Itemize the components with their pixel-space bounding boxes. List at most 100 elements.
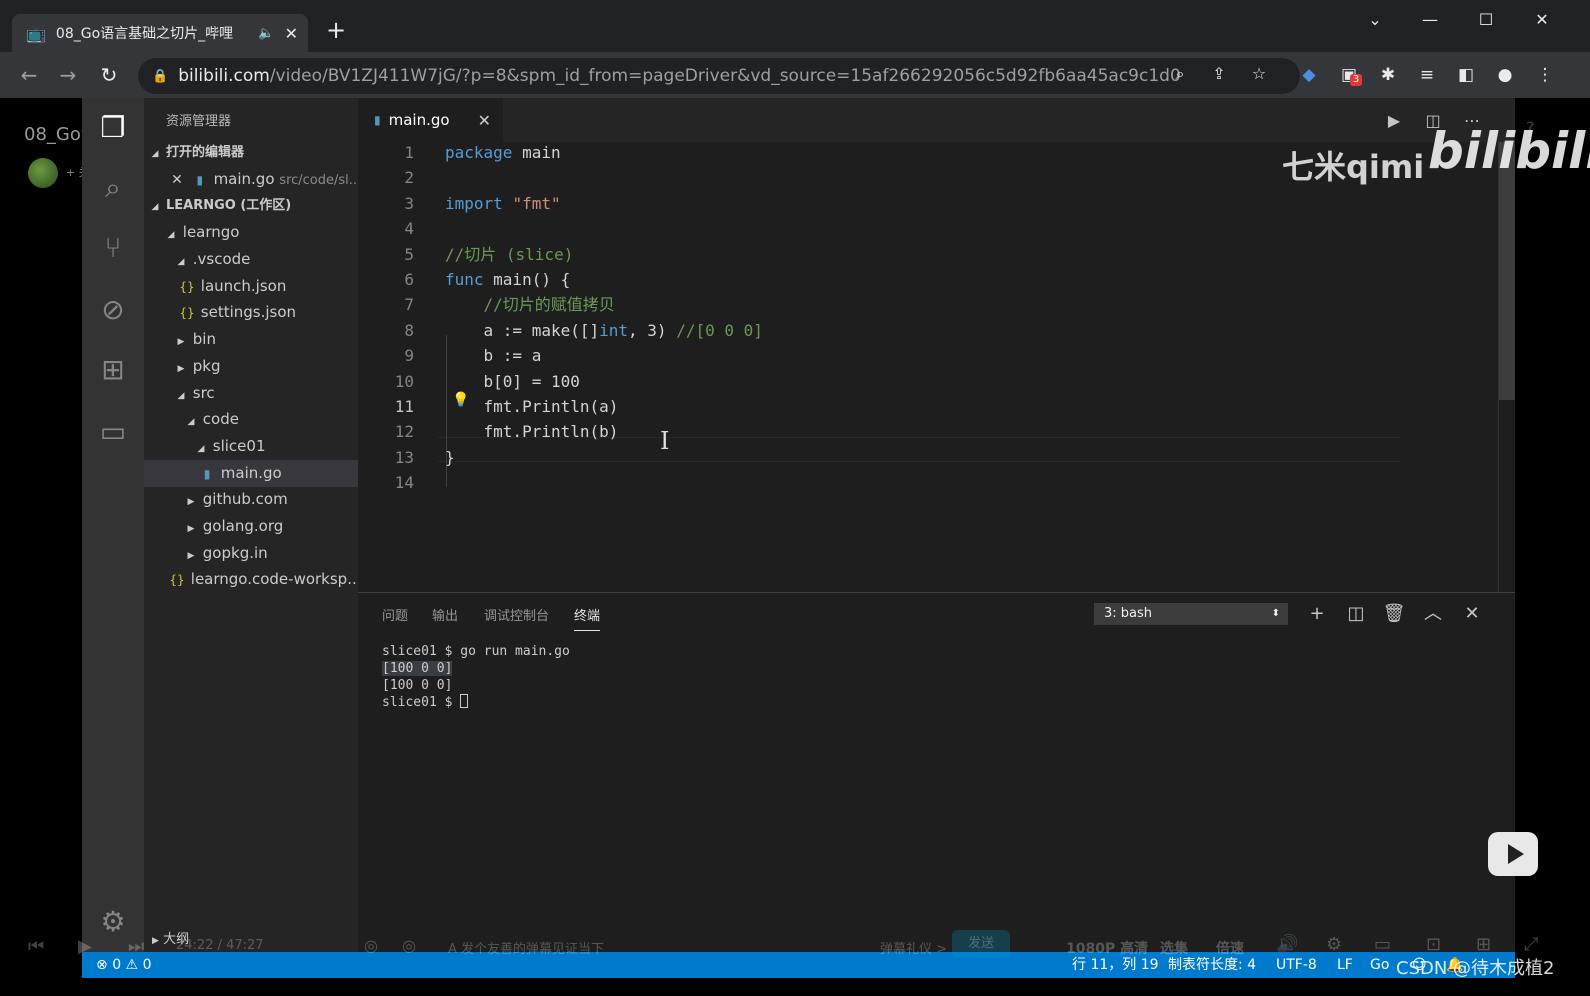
video-time: 24:22 / 47:27: [176, 938, 264, 953]
split-terminal-icon[interactable]: ◫: [1343, 601, 1369, 627]
danmaku-input[interactable]: A 发个友善的弹幕见证当下: [448, 938, 604, 957]
code-line: //切片 (slice): [445, 244, 574, 264]
maximize-button[interactable]: ☐: [1466, 8, 1506, 32]
line-ending[interactable]: LF: [1337, 952, 1353, 978]
previous-icon[interactable]: ⏮: [28, 936, 44, 957]
folder-icon[interactable]: ▭: [93, 412, 133, 452]
tree-file-settings-json[interactable]: {} settings.json: [144, 299, 358, 326]
audio-icon[interactable]: 🔈: [258, 26, 274, 41]
code-line: //切片的赋值拷贝: [483, 295, 615, 315]
tab-debug-console[interactable]: 调试控制台: [484, 605, 549, 624]
danmaku-settings-icon[interactable]: ◎: [402, 936, 416, 955]
extension-shield-icon[interactable]: ◆: [1296, 62, 1322, 88]
trash-icon[interactable]: 🗑: [1381, 601, 1407, 627]
bookmark-star-icon[interactable]: ☆: [1247, 62, 1271, 86]
tree-file-workspace[interactable]: {} learngo.code-worksp...: [144, 566, 358, 593]
close-tab-icon[interactable]: ✕: [478, 111, 491, 130]
tree-file-main-go[interactable]: ▮ main.go: [144, 460, 358, 487]
terminal-output[interactable]: slice01 $ go run main.go [100 0 0] [100 …: [382, 643, 570, 711]
extension-cc-icon[interactable]: ▣ 3: [1336, 62, 1362, 88]
editor-tab-main-go[interactable]: ▮ main.go ✕: [358, 98, 503, 142]
widescreen-icon[interactable]: ⊡: [1426, 934, 1441, 955]
tree-folder-src[interactable]: ◢ src: [144, 380, 358, 407]
tab-search-icon[interactable]: ⌄: [1355, 8, 1395, 32]
new-terminal-icon[interactable]: +: [1304, 601, 1330, 627]
new-tab-button[interactable]: +: [322, 16, 350, 44]
tree-folder-learngo[interactable]: ◢ learngo: [144, 219, 358, 246]
explorer-icon[interactable]: ❐: [93, 108, 133, 148]
play-icon[interactable]: ▶: [78, 936, 92, 957]
settings-gear-icon[interactable]: ⚙: [93, 902, 133, 942]
share-icon[interactable]: ⇪: [1207, 62, 1231, 86]
line-number: 13: [394, 447, 414, 467]
fullscreen-icon[interactable]: ⤢: [1524, 934, 1538, 955]
terminal-line: [100 0 0]: [382, 661, 453, 676]
danmaku-toggle-icon[interactable]: ◎: [364, 936, 378, 955]
forward-button[interactable]: →: [55, 62, 81, 88]
explorer-sidebar: 资源管理器 ◢ 打开的编辑器 ✕ ▮ main.go src/code/sl...…: [144, 98, 358, 978]
pip-icon[interactable]: ▭: [1374, 934, 1391, 955]
tree-folder-pkg[interactable]: ▶ pkg: [144, 353, 358, 380]
tree-folder-golang[interactable]: ▶ golang.org: [144, 513, 358, 540]
encoding[interactable]: UTF-8: [1276, 952, 1317, 978]
code-area[interactable]: 1 2 3 4 5 6 7 8 9 10 11 12 13 14 package main import …: [358, 140, 1498, 590]
side-panel-icon[interactable]: ◧: [1453, 62, 1479, 88]
tree-file-launch-json[interactable]: {} launch.json: [144, 273, 358, 300]
run-icon[interactable]: ▶: [1381, 108, 1407, 134]
tab-terminal[interactable]: 终端: [574, 605, 601, 631]
go-file-icon: ▮: [374, 113, 381, 127]
danmaku-etiquette-link[interactable]: 弹幕礼仪 >: [880, 938, 947, 957]
extensions-icon[interactable]: ⊞: [93, 350, 133, 390]
terminal-select[interactable]: 3: bash ⬍: [1094, 603, 1288, 625]
tree-folder-gopkg[interactable]: ▶ gopkg.in: [144, 540, 358, 567]
close-panel-icon[interactable]: ✕: [1459, 601, 1485, 627]
browser-tab[interactable]: 📺 08_Go语言基础之切片_哔哩 🔈 ✕: [12, 14, 308, 52]
extensions-puzzle-icon[interactable]: ✱: [1375, 62, 1401, 88]
minimize-button[interactable]: —: [1410, 8, 1450, 32]
help-icon[interactable]: ?: [1526, 118, 1535, 137]
editor-scrollbar[interactable]: [1499, 142, 1515, 400]
code-line: fmt.Println(b): [445, 422, 619, 442]
tree-folder-bin[interactable]: ▶ bin: [144, 326, 358, 353]
language-mode[interactable]: Go: [1370, 952, 1389, 978]
next-icon[interactable]: ⏭: [128, 936, 144, 957]
media-control-icon[interactable]: ≡: [1414, 62, 1440, 88]
maximize-panel-icon[interactable]: ︿: [1420, 601, 1446, 627]
bilibili-mini-player-icon[interactable]: [1488, 832, 1538, 876]
debug-icon[interactable]: ⊘: [93, 290, 133, 330]
close-editor-icon[interactable]: ✕: [168, 167, 186, 193]
tree-folder-vscode[interactable]: ◢ .vscode: [144, 246, 358, 273]
close-window-button[interactable]: ✕: [1522, 8, 1562, 32]
address-bar[interactable]: 🔒 bilibili.com/video/BV1ZJ411W7jG/?p=8&s…: [138, 58, 1300, 94]
speed-button[interactable]: 倍速: [1216, 938, 1244, 958]
open-editors-section[interactable]: ◢ 打开的编辑器: [144, 140, 358, 166]
lightbulb-icon[interactable]: 💡: [452, 392, 469, 408]
tree-folder-slice01[interactable]: ◢ slice01: [144, 433, 358, 460]
reload-button[interactable]: ↻: [96, 62, 122, 88]
back-button[interactable]: ←: [16, 62, 42, 88]
volume-icon[interactable]: 🔊: [1276, 934, 1298, 955]
tab-output[interactable]: 输出: [432, 605, 458, 624]
profile-icon[interactable]: ●: [1492, 62, 1518, 88]
source-control-icon[interactable]: ⑂: [93, 228, 133, 268]
send-danmaku-button[interactable]: 发送: [952, 930, 1010, 958]
quality-button[interactable]: 1080P 高清: [1066, 938, 1148, 958]
browser-menu-icon[interactable]: ⋮: [1532, 62, 1558, 88]
zoom-icon[interactable]: ⌕: [1168, 62, 1192, 86]
search-icon[interactable]: ⌕: [93, 168, 133, 208]
tab-problems[interactable]: 问题: [382, 605, 408, 624]
open-editor-item[interactable]: ✕ ▮ main.go src/code/sl...: [144, 166, 358, 193]
code-line: b[0] = 100: [445, 371, 580, 391]
close-tab-icon[interactable]: ✕: [285, 24, 298, 43]
go-file-icon: ▮: [203, 467, 211, 481]
tree-folder-github[interactable]: ▶ github.com: [144, 486, 358, 513]
line-number: 1: [404, 143, 414, 162]
uploader-avatar[interactable]: [28, 158, 58, 188]
episodes-button[interactable]: 选集: [1160, 938, 1188, 958]
terminal-cursor: [460, 694, 469, 708]
webfullscreen-icon[interactable]: ⊞: [1476, 934, 1491, 955]
workspace-section[interactable]: ◢ LEARNGO (工作区): [144, 193, 358, 219]
player-settings-icon[interactable]: ⚙: [1326, 934, 1342, 955]
tree-folder-code[interactable]: ◢ code: [144, 406, 358, 433]
line-number: 3: [404, 193, 414, 213]
